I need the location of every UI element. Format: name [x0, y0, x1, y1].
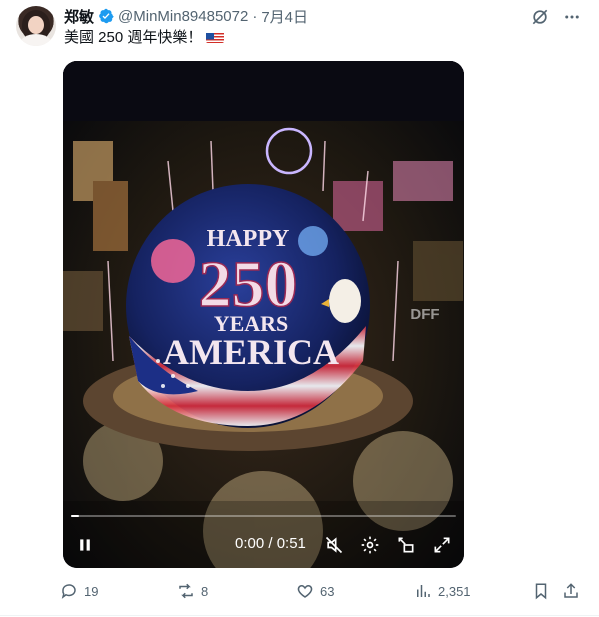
- reply-button[interactable]: 19: [60, 579, 98, 603]
- action-bar: 19 8 63 2,351: [60, 579, 585, 603]
- video-player[interactable]: HAPPY 250 YEARS AMERICA DFF 0:00 / 0:51: [63, 61, 464, 568]
- repost-icon: [179, 583, 193, 599]
- pause-icon[interactable]: [75, 535, 95, 555]
- video-progress-fill: [71, 515, 79, 517]
- avatar[interactable]: [16, 6, 56, 46]
- mute-icon[interactable]: [323, 534, 345, 556]
- tweet-text: 美國 250 週年快樂！: [64, 28, 225, 48]
- views-chart-icon: [417, 585, 430, 597]
- repost-button[interactable]: 8: [177, 579, 208, 603]
- bookmark-icon: [535, 583, 547, 600]
- picture-in-picture-icon[interactable]: [395, 534, 417, 556]
- bookmark-button[interactable]: [532, 579, 550, 603]
- tweet-header: 郑敏 @MinMin89485072 · 7月4日: [64, 6, 308, 26]
- verified-badge-icon: [98, 8, 114, 24]
- overlay-america: AMERICA: [163, 332, 339, 372]
- reply-count: 19: [84, 583, 99, 599]
- watermark: DFF: [410, 306, 439, 323]
- settings-gear-icon[interactable]: [359, 534, 381, 556]
- author-handle[interactable]: @MinMin89485072: [118, 8, 248, 25]
- video-progress-bar[interactable]: [71, 515, 456, 517]
- post-date[interactable]: 7月4日: [261, 6, 308, 27]
- author-name[interactable]: 郑敏: [64, 6, 94, 27]
- tweet-text-body: 美國 250 週年快樂！: [64, 29, 203, 46]
- us-flag-icon: [206, 31, 225, 43]
- reply-icon: [61, 584, 76, 599]
- grok-icon[interactable]: [529, 6, 551, 28]
- video-time: 0:00 / 0:51: [235, 535, 306, 552]
- share-icon: [564, 583, 578, 598]
- bottom-divider: [0, 615, 599, 616]
- more-options-icon[interactable]: [561, 6, 583, 28]
- header-actions: [529, 6, 583, 28]
- share-button[interactable]: [562, 579, 580, 603]
- heart-icon: [297, 584, 313, 598]
- tweet: 郑敏 @MinMin89485072 · 7月4日 美國 250 週年快樂！ H…: [0, 0, 599, 617]
- fullscreen-icon[interactable]: [431, 534, 453, 556]
- repost-count: 8: [201, 583, 209, 599]
- views-button[interactable]: 2,351: [414, 579, 471, 603]
- like-button[interactable]: 63: [296, 579, 334, 603]
- separator-dot: ·: [252, 7, 258, 25]
- like-count: 63: [320, 583, 335, 599]
- views-count: 2,351: [438, 583, 471, 599]
- video-frame: HAPPY 250 YEARS AMERICA DFF: [63, 61, 464, 568]
